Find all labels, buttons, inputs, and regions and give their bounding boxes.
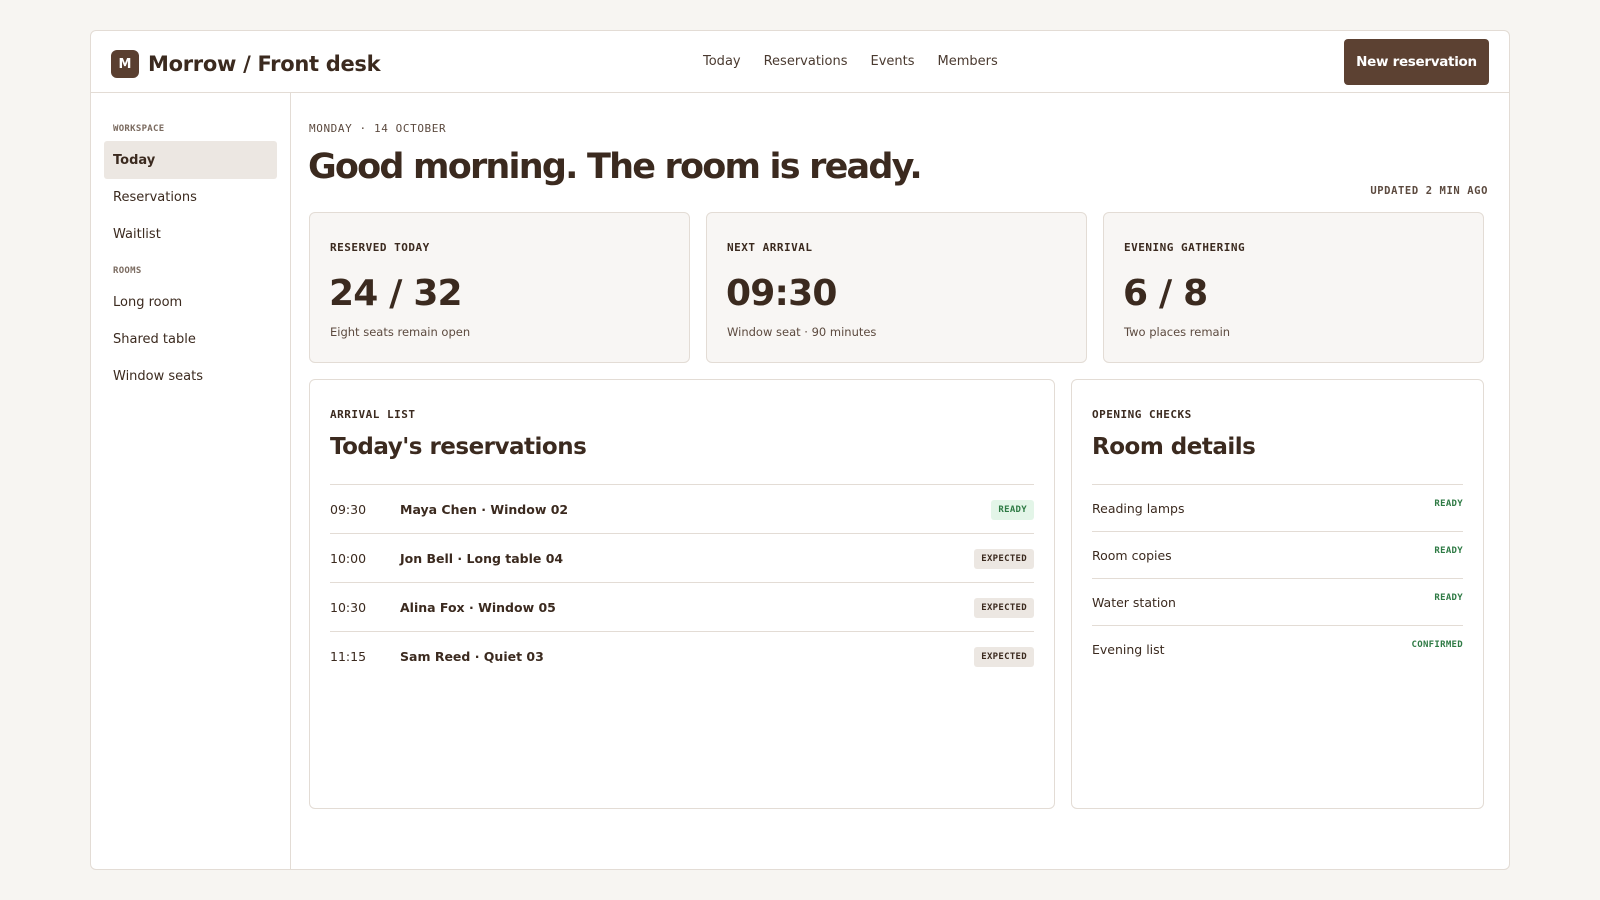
- stat-card-reserved: RESERVED TODAY 24 / 32 Eight seats remai…: [309, 212, 690, 363]
- sidebar-item-long-room[interactable]: Long room: [104, 283, 277, 321]
- stat-card-next-arrival: NEXT ARRIVAL 09:30 Window seat · 90 minu…: [706, 212, 1087, 363]
- reservation-row[interactable]: 10:30 Alina Fox · Window 05 EXPECTED: [330, 582, 1034, 631]
- status-badge: EXPECTED: [974, 647, 1034, 667]
- date-label: MONDAY · 14 OCTOBER: [309, 122, 447, 135]
- reservation-time: 11:15: [330, 648, 367, 664]
- stat-caption: Eight seats remain open: [330, 325, 471, 339]
- stat-card-evening-gathering: EVENING GATHERING 6 / 8 Two places remai…: [1103, 212, 1484, 363]
- nav-reservations[interactable]: Reservations: [764, 54, 848, 69]
- stat-label: RESERVED TODAY: [330, 241, 430, 254]
- top-nav: Today Reservations Events Members: [703, 54, 998, 69]
- nav-events[interactable]: Events: [871, 54, 915, 69]
- stat-label: EVENING GATHERING: [1124, 241, 1246, 254]
- reservation-guest: Maya Chen · Window 02: [400, 501, 569, 517]
- sidebar-section-workspace: WORKSPACE: [113, 124, 165, 134]
- stat-value: 09:30: [726, 273, 837, 314]
- new-reservation-button[interactable]: New reservation: [1344, 39, 1489, 85]
- check-status: READY: [1434, 546, 1463, 556]
- updated-timestamp: UPDATED 2 MIN AGO: [1370, 185, 1488, 197]
- app-title: Morrow / Front desk: [148, 52, 381, 76]
- sidebar-item-shared-table[interactable]: Shared table: [104, 320, 277, 358]
- main-content: MONDAY · 14 OCTOBER Good morning. The ro…: [291, 93, 1509, 869]
- check-row: Water station READY: [1092, 578, 1463, 625]
- check-name: Water station: [1092, 595, 1176, 610]
- stat-value: 24 / 32: [329, 273, 463, 314]
- reservation-time: 10:00: [330, 550, 367, 566]
- check-name: Room copies: [1092, 548, 1172, 563]
- reservation-time: 10:30: [330, 599, 367, 615]
- status-badge: EXPECTED: [974, 598, 1034, 618]
- reservation-guest: Jon Bell · Long table 04: [400, 550, 564, 566]
- arrival-list-panel: ARRIVAL LIST Today's reservations 09:30 …: [309, 379, 1055, 809]
- panel-title: Today's reservations: [330, 434, 587, 460]
- check-name: Reading lamps: [1092, 501, 1185, 516]
- reservation-guest: Sam Reed · Quiet 03: [400, 648, 544, 664]
- stat-caption: Two places remain: [1124, 325, 1231, 339]
- sidebar-item-today[interactable]: Today: [104, 141, 277, 179]
- sidebar-item-reservations[interactable]: Reservations: [104, 178, 277, 216]
- reservation-list: 09:30 Maya Chen · Window 02 READY 10:00 …: [330, 484, 1034, 680]
- status-badge: EXPECTED: [974, 549, 1034, 569]
- reservation-time: 09:30: [330, 501, 367, 517]
- brand[interactable]: M Morrow / Front desk: [111, 50, 381, 78]
- reservation-row[interactable]: 09:30 Maya Chen · Window 02 READY: [330, 484, 1034, 533]
- status-badge: READY: [991, 500, 1034, 520]
- reservation-row[interactable]: 11:15 Sam Reed · Quiet 03 EXPECTED: [330, 631, 1034, 680]
- opening-checks-panel: OPENING CHECKS Room details Reading lamp…: [1071, 379, 1484, 809]
- panel-eyebrow: ARRIVAL LIST: [330, 408, 416, 421]
- stat-label: NEXT ARRIVAL: [727, 241, 813, 254]
- nav-members[interactable]: Members: [938, 54, 998, 69]
- app-window: M Morrow / Front desk Today Reservations…: [90, 30, 1510, 870]
- sidebar-item-waitlist[interactable]: Waitlist: [104, 215, 277, 253]
- sidebar-item-window-seats[interactable]: Window seats: [104, 357, 277, 395]
- page-title: Good morning. The room is ready.: [308, 147, 923, 187]
- check-status: CONFIRMED: [1411, 640, 1463, 650]
- nav-today[interactable]: Today: [703, 54, 741, 69]
- reservation-row[interactable]: 10:00 Jon Bell · Long table 04 EXPECTED: [330, 533, 1034, 582]
- check-name: Evening list: [1092, 642, 1165, 657]
- check-status: READY: [1434, 593, 1463, 603]
- reservation-guest: Alina Fox · Window 05: [400, 599, 556, 615]
- check-status: READY: [1434, 499, 1463, 509]
- check-row: Reading lamps READY: [1092, 484, 1463, 531]
- top-bar: M Morrow / Front desk Today Reservations…: [91, 31, 1509, 93]
- sidebar-section-rooms: ROOMS: [113, 266, 142, 276]
- stat-caption: Window seat · 90 minutes: [727, 325, 877, 339]
- panel-title: Room details: [1092, 434, 1256, 460]
- brand-logo-icon: M: [111, 50, 139, 78]
- check-row: Evening list CONFIRMED: [1092, 625, 1463, 672]
- sidebar: WORKSPACE Today Reservations Waitlist RO…: [91, 93, 291, 869]
- check-list: Reading lamps READY Room copies READY Wa…: [1092, 484, 1463, 672]
- panel-eyebrow: OPENING CHECKS: [1092, 408, 1192, 421]
- stat-value: 6 / 8: [1123, 273, 1208, 314]
- check-row: Room copies READY: [1092, 531, 1463, 578]
